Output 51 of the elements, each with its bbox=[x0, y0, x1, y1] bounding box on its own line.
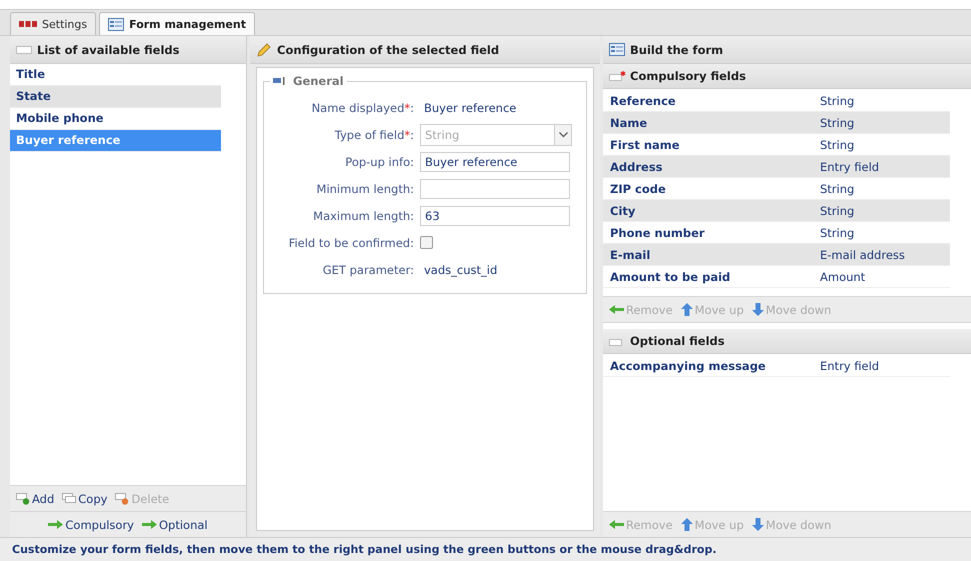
move-button[interactable]: Optional bbox=[140, 518, 210, 532]
table-row[interactable]: E-mail E-mail address bbox=[603, 244, 950, 266]
section-title: Optional fields bbox=[630, 334, 725, 348]
field-value: vads_cust_id bbox=[423, 262, 498, 276]
form-icon bbox=[108, 18, 124, 30]
field-label: Pop-up info: bbox=[344, 154, 414, 168]
copy-icon bbox=[62, 492, 76, 504]
field-value: Buyer reference bbox=[423, 100, 516, 114]
add-icon bbox=[16, 492, 30, 504]
input-field[interactable]: 63 bbox=[420, 206, 570, 226]
section-title: Compulsory fields bbox=[630, 69, 746, 83]
copy-button[interactable]: Copy bbox=[60, 492, 110, 506]
panel-title: Build the form bbox=[630, 42, 724, 56]
panel-title: List of available fields bbox=[37, 42, 180, 56]
arrow-down-icon bbox=[752, 518, 764, 531]
arrow-up-icon bbox=[680, 518, 693, 531]
field-label: Name displayed*: bbox=[310, 100, 414, 114]
move-button[interactable]: Compulsory bbox=[46, 518, 136, 532]
input-field[interactable] bbox=[420, 178, 570, 198]
panel-icon bbox=[16, 46, 32, 54]
add-button[interactable]: Add bbox=[14, 492, 56, 506]
table-row[interactable]: Amount to be paid Amount bbox=[603, 266, 950, 288]
arrow-icon bbox=[142, 520, 157, 529]
pencil-icon bbox=[256, 42, 272, 56]
field-list-item[interactable]: State bbox=[10, 86, 221, 108]
table-row[interactable]: Name String bbox=[603, 112, 950, 134]
grid-icon bbox=[19, 19, 37, 29]
input-field[interactable]: Buyer reference bbox=[420, 152, 570, 172]
table-row[interactable]: City String bbox=[603, 200, 950, 222]
field-label: Maximum length: bbox=[312, 208, 414, 222]
table-row[interactable]: Address Entry field bbox=[603, 156, 950, 178]
field-label: GET parameter: bbox=[322, 262, 414, 276]
arrow-left-icon bbox=[609, 305, 624, 314]
tab[interactable]: Settings bbox=[10, 12, 96, 35]
table-row[interactable]: Accompanying message Entry field bbox=[603, 355, 950, 377]
arrow-down-icon bbox=[752, 303, 764, 316]
field-label: Field to be confirmed: bbox=[288, 236, 414, 250]
arrow-up-icon bbox=[680, 303, 693, 316]
panel-title: Configuration of the selected field bbox=[277, 42, 500, 56]
status-message: Customize your form fields, then move them to the right panel using the green buttons or the mouse drag&drop. bbox=[0, 537, 971, 561]
chevron-down-icon bbox=[558, 132, 568, 138]
arrow-left-icon bbox=[609, 520, 624, 529]
field-label: Type of field*: bbox=[334, 128, 414, 142]
arrow-icon bbox=[48, 520, 64, 529]
delete-icon bbox=[115, 492, 130, 504]
field-label: Minimum length: bbox=[316, 182, 414, 196]
required-icon bbox=[609, 71, 627, 81]
tab[interactable]: Form management bbox=[99, 12, 255, 35]
checkbox[interactable] bbox=[420, 236, 433, 249]
fieldset-legend: General bbox=[270, 74, 347, 88]
form-icon bbox=[609, 43, 625, 56]
